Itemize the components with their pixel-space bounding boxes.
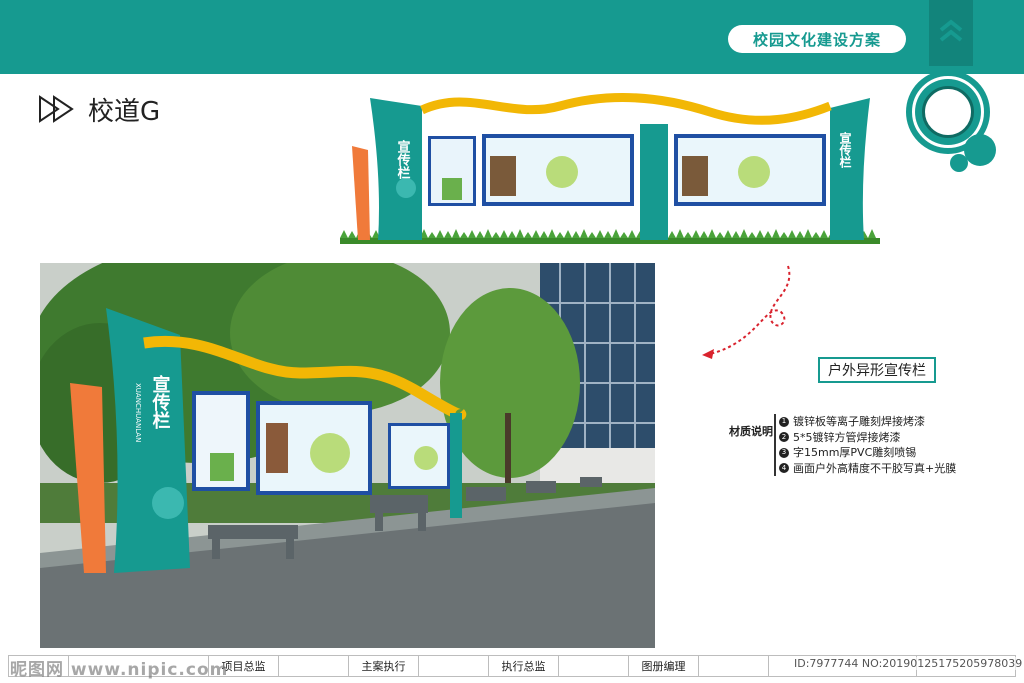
footer-cell-album-editor: 图册编理 xyxy=(629,656,699,676)
materials-list: 1 镀锌板等离子雕刻焊接烤漆 2 5*5镀锌方管焊接烤漆 3 字15mm厚PVC雕刻喷… xyxy=(779,414,956,476)
double-play-icon xyxy=(39,95,74,123)
chevron-up-icon xyxy=(939,19,963,42)
number-badge-icon: 1 xyxy=(779,416,789,427)
materials-divider xyxy=(774,414,776,476)
side-label-cn-right: 宣传栏 xyxy=(838,131,852,169)
materials-item-text: 画面户外高精度不干胶写真+光膜 xyxy=(793,461,957,475)
footer-cell xyxy=(699,656,769,676)
materials-item-text: 5*5镀锌方管焊接烤漆 xyxy=(793,430,901,444)
materials-title: 材质说明 xyxy=(729,425,773,438)
materials-item: 3 字15mm厚PVC雕刻喷锡 xyxy=(779,445,956,461)
materials-item: 2 5*5镀锌方管焊接烤漆 xyxy=(779,430,956,446)
decorative-ring-core xyxy=(922,86,974,138)
materials-item-text: 镀锌板等离子雕刻焊接烤漆 xyxy=(793,415,925,428)
side-label-cn: 宣传栏 xyxy=(395,139,412,180)
footer-cell xyxy=(559,656,629,676)
middle-post xyxy=(640,124,668,240)
materials-item: 4 画面户外高精度不干胶写真+光膜 xyxy=(779,461,956,477)
header-tab xyxy=(929,0,973,66)
header-title: 校园文化建设方案 xyxy=(728,25,906,53)
pillar-dot xyxy=(396,178,416,198)
site-photo-illustration: 宣传栏 XUANCHUANLAN xyxy=(40,263,655,648)
footer-cell xyxy=(419,656,489,676)
decorative-dot xyxy=(950,154,968,172)
number-badge-icon: 2 xyxy=(779,432,789,443)
number-badge-icon: 3 xyxy=(779,447,789,458)
watermark: 昵图网 www.nipic.com xyxy=(10,660,229,680)
section-title-text: 校道G xyxy=(88,96,161,127)
right-pillar xyxy=(830,98,870,240)
decorative-dot xyxy=(964,134,996,166)
callout-arrow xyxy=(702,265,791,359)
site-photo: 宣传栏 XUANCHUANLAN xyxy=(40,263,655,648)
materials-item: 1 镀锌板等离子雕刻焊接烤漆 xyxy=(779,414,956,430)
footer-cell xyxy=(279,656,349,676)
footer-cell-lead-executive: 主案执行 xyxy=(349,656,419,676)
board-elevation-drawing: 宣传栏 宣传栏 xyxy=(340,92,880,244)
footer-cell-executive-director: 执行总监 xyxy=(489,656,559,676)
materials-item-text: 字15mm厚PVC雕刻喷锡 xyxy=(793,446,917,459)
arrow-head-icon xyxy=(702,349,714,359)
photo-side-label: 宣传栏 xyxy=(150,374,172,430)
yellow-wave xyxy=(420,92,832,125)
callout-label: 户外异形宣传栏 xyxy=(818,357,936,383)
orange-fin xyxy=(352,146,370,240)
image-id: ID:7977744 NO:20190125175205978039 xyxy=(794,657,1023,670)
number-badge-icon: 4 xyxy=(779,463,789,474)
section-title: 校道G xyxy=(38,92,161,127)
photo-side-pinyin: XUANCHUANLAN xyxy=(134,383,142,442)
